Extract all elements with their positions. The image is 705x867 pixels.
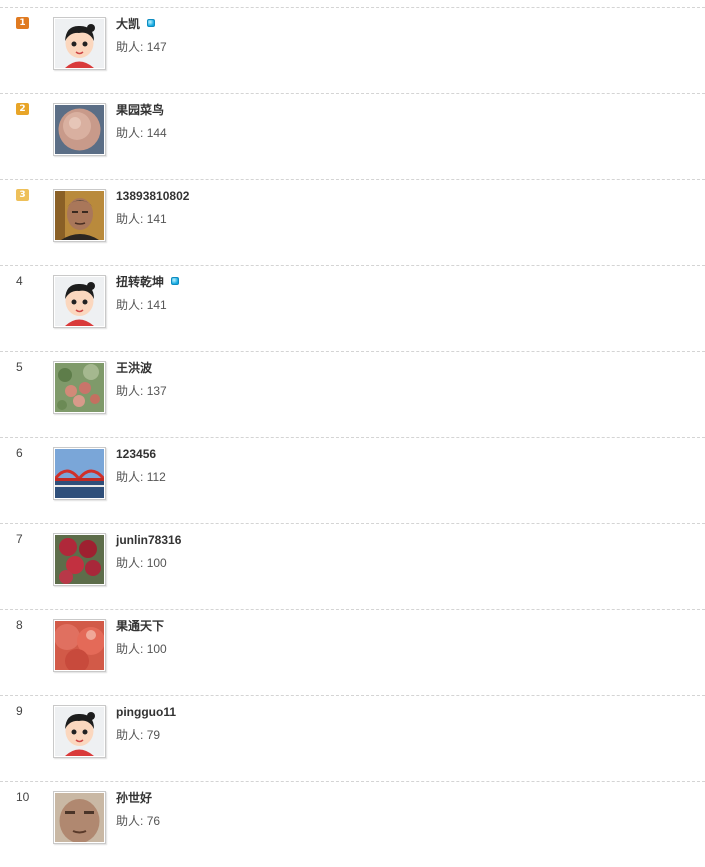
username-link[interactable]: 123456 (116, 447, 156, 461)
user-avatar-link[interactable] (53, 705, 106, 758)
ranking-row: 2 果园菜鸟 助人: 144 (0, 93, 705, 179)
ranking-row: 8 果通天下 助人: 100 (0, 609, 705, 695)
ranking-row: 9 pingguo11 助人: 79 (0, 695, 705, 781)
ranking-row: 3 13893810802 助人: 141 (0, 179, 705, 265)
user-avatar-link[interactable] (53, 189, 106, 242)
helped-count: 助人: 100 (116, 556, 167, 570)
helped-count: 助人: 141 (116, 298, 167, 312)
bridge-photo-icon (55, 449, 104, 498)
username-link[interactable]: 王洪波 (116, 361, 152, 375)
user-avatar-link[interactable] (53, 447, 106, 500)
helped-count: 助人: 144 (116, 126, 167, 140)
username-link[interactable]: 果园菜鸟 (116, 103, 164, 117)
rank-number: 8 (16, 618, 23, 632)
apple-photo-icon (55, 105, 104, 154)
rank-number: 10 (16, 790, 30, 804)
red-apples-photo-icon (55, 535, 104, 584)
ranking-row: 10 孙世好 助人: 76 (0, 781, 705, 867)
rank-badge-bronze: 3 (16, 189, 29, 201)
helped-count: 助人: 141 (116, 212, 167, 226)
user-avatar-link[interactable] (53, 17, 106, 70)
ranking-row: 5 王洪波 助人: 137 (0, 351, 705, 437)
apple-tree-photo-icon (55, 363, 104, 412)
helper-ranking-list: 1 大凯 助人: 147 2 果园菜鸟 助人: 144 3 1389381080… (0, 7, 705, 867)
helped-count: 助人: 112 (116, 470, 166, 484)
user-avatar-link[interactable] (53, 103, 106, 156)
man-portrait-icon (55, 191, 104, 240)
helped-count: 助人: 147 (116, 40, 167, 54)
cartoon-avatar-icon (55, 19, 104, 68)
helped-count: 助人: 100 (116, 642, 167, 656)
username-link[interactable]: 扭转乾坤 (116, 275, 180, 289)
man-face-photo-icon (55, 793, 104, 842)
username-link[interactable]: 13893810802 (116, 189, 189, 203)
username-link[interactable]: 孙世好 (116, 791, 152, 805)
username-link[interactable]: junlin78316 (116, 533, 181, 547)
rank-number: 7 (16, 532, 23, 546)
username-link[interactable]: 果通天下 (116, 619, 164, 633)
username-link[interactable]: 大凯 (116, 17, 156, 31)
rank-number: 4 (16, 274, 23, 288)
user-avatar-link[interactable] (53, 791, 106, 844)
username-link[interactable]: pingguo11 (116, 705, 176, 719)
apples-closeup-photo-icon (55, 621, 104, 670)
rank-badge-silver: 2 (16, 103, 29, 115)
cartoon-avatar-icon (55, 707, 104, 756)
ranking-row: 6 123456 助人: 112 (0, 437, 705, 523)
vip-badge-icon (171, 277, 180, 285)
helped-count: 助人: 76 (116, 814, 161, 828)
user-avatar-link[interactable] (53, 619, 106, 672)
helped-count: 助人: 137 (116, 384, 167, 398)
rank-number: 9 (16, 704, 23, 718)
ranking-row: 7 junlin78316 助人: 100 (0, 523, 705, 609)
ranking-row: 4 扭转乾坤 助人: 141 (0, 265, 705, 351)
user-avatar-link[interactable] (53, 533, 106, 586)
user-avatar-link[interactable] (53, 275, 106, 328)
rank-number: 6 (16, 446, 23, 460)
ranking-row: 1 大凯 助人: 147 (0, 7, 705, 93)
helped-count: 助人: 79 (116, 728, 161, 742)
rank-badge-gold: 1 (16, 17, 29, 29)
rank-number: 5 (16, 360, 23, 374)
user-avatar-link[interactable] (53, 361, 106, 414)
vip-badge-icon (147, 19, 156, 27)
cartoon-avatar-icon (55, 277, 104, 326)
